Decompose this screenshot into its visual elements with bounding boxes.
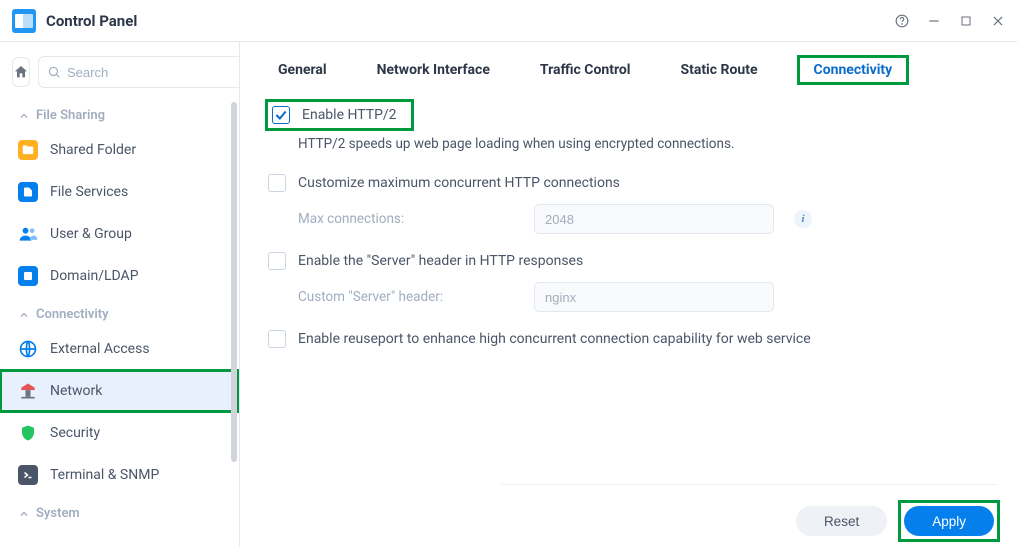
home-button[interactable] [12, 57, 30, 87]
domain-ldap-icon [18, 266, 38, 286]
reuseport-row: Enable reuseport to enhance high concurr… [268, 324, 989, 354]
help-icon[interactable] [895, 14, 909, 28]
sidebar-item-security[interactable]: Security [0, 412, 239, 454]
tab-connectivity[interactable]: Connectivity [798, 56, 909, 84]
search-input[interactable] [67, 65, 240, 80]
folder-icon [18, 140, 38, 160]
minimize-icon[interactable] [927, 14, 941, 28]
http2-description: HTTP/2 speeds up web page loading when u… [268, 130, 989, 168]
tab-general[interactable]: General [268, 56, 337, 84]
shield-icon [18, 423, 38, 443]
sidebar-item-terminal-snmp[interactable]: Terminal & SNMP [0, 454, 239, 496]
enable-http2-checkbox[interactable] [272, 106, 290, 124]
sidebar-item-domain-ldap[interactable]: Domain/LDAP [0, 255, 239, 297]
info-icon[interactable]: i [794, 210, 812, 228]
titlebar: Control Panel [0, 0, 1017, 42]
file-services-icon [18, 182, 38, 202]
search-icon [47, 65, 61, 79]
server-header-checkbox[interactable] [268, 252, 286, 270]
server-header-label: Enable the "Server" header in HTTP respo… [298, 253, 583, 269]
close-icon[interactable] [991, 14, 1005, 28]
custom-header-label: Custom "Server" header: [298, 289, 518, 305]
network-icon [18, 381, 38, 401]
sidebar-item-shared-folder[interactable]: Shared Folder [0, 129, 239, 171]
sidebar-item-user-group[interactable]: User & Group [0, 213, 239, 255]
sidebar: File Sharing Shared Folder File Services… [0, 42, 240, 547]
terminal-icon [18, 465, 38, 485]
app-icon [12, 9, 36, 33]
window-title: Control Panel [46, 12, 137, 30]
max-conn-row: Max connections: i [268, 198, 989, 246]
tab-bar: General Network Interface Traffic Contro… [240, 42, 1017, 94]
section-connectivity[interactable]: Connectivity [0, 297, 239, 328]
tab-network-interface[interactable]: Network Interface [367, 56, 500, 84]
maximize-icon[interactable] [959, 14, 973, 28]
sidebar-item-file-services[interactable]: File Services [0, 171, 239, 213]
chevron-up-icon [18, 309, 30, 321]
footer: Reset Apply [500, 484, 997, 539]
user-group-icon [18, 224, 38, 244]
reset-button[interactable]: Reset [796, 506, 887, 536]
external-access-icon [18, 339, 38, 359]
content-area: Enable HTTP/2 HTTP/2 speeds up web page … [240, 94, 1017, 547]
max-conn-input [534, 204, 774, 234]
server-header-row: Enable the "Server" header in HTTP respo… [268, 246, 989, 276]
enable-http2-label: Enable HTTP/2 [302, 107, 397, 123]
customize-max-row: Customize maximum concurrent HTTP connec… [268, 168, 989, 198]
chevron-up-icon [18, 110, 30, 122]
section-file-sharing[interactable]: File Sharing [0, 98, 239, 129]
reuseport-checkbox[interactable] [268, 330, 286, 348]
section-system[interactable]: System [0, 496, 239, 527]
scrollbar[interactable] [231, 102, 237, 462]
max-conn-label: Max connections: [298, 211, 518, 227]
chevron-up-icon [18, 508, 30, 520]
custom-header-row: Custom "Server" header: [268, 276, 989, 324]
enable-http2-row: Enable HTTP/2 [268, 102, 411, 128]
main-panel: General Network Interface Traffic Contro… [240, 42, 1017, 547]
reuseport-label: Enable reuseport to enhance high concurr… [298, 331, 811, 347]
apply-button[interactable]: Apply [904, 506, 994, 536]
sidebar-item-external-access[interactable]: External Access [0, 328, 239, 370]
tab-static-route[interactable]: Static Route [670, 56, 767, 84]
apply-highlight: Apply [901, 503, 997, 539]
sidebar-item-network[interactable]: Network [0, 370, 239, 412]
customize-max-checkbox[interactable] [268, 174, 286, 192]
customize-max-label: Customize maximum concurrent HTTP connec… [298, 175, 620, 191]
search-input-wrap[interactable] [38, 56, 240, 88]
custom-header-input [534, 282, 774, 312]
tab-traffic-control[interactable]: Traffic Control [530, 56, 641, 84]
